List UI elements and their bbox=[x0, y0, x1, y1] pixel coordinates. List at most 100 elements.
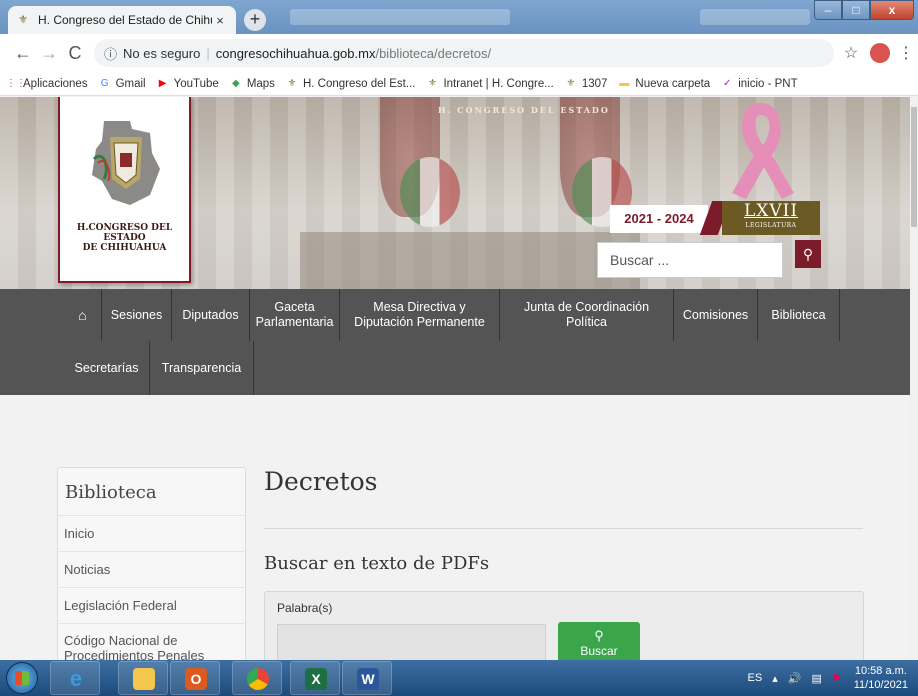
bookmark-label: Gmail bbox=[115, 77, 146, 90]
congreso-seal-icon: ⚜ bbox=[287, 77, 297, 89]
internet-explorer-icon: e bbox=[69, 666, 83, 691]
windows-logo-icon bbox=[15, 671, 29, 685]
sidebar: Biblioteca Inicio Noticias Legislación F… bbox=[57, 467, 246, 660]
nav-item[interactable]: Sesiones bbox=[102, 289, 172, 341]
nav-item[interactable]: Comisiones bbox=[674, 289, 758, 341]
legislature-label: LEGISLATURA bbox=[745, 222, 797, 229]
network-icon[interactable]: ▤ bbox=[811, 672, 821, 685]
reload-icon[interactable]: C bbox=[62, 43, 88, 64]
minimize-button[interactable]: – bbox=[814, 0, 842, 20]
language-indicator[interactable]: ES bbox=[748, 672, 763, 684]
taskbar-explorer[interactable] bbox=[118, 661, 168, 695]
taskbar-excel[interactable]: X bbox=[290, 661, 340, 695]
taskbar-ie[interactable]: e bbox=[50, 661, 100, 695]
url-path: /biblioteca/decretos/ bbox=[375, 45, 492, 61]
profile-avatar[interactable] bbox=[870, 43, 890, 63]
close-window-button[interactable]: x bbox=[870, 0, 914, 20]
system-tray: ES ▴ 🔊 ▤ ⚑ 10:58 a.m. 11/10/2021 bbox=[738, 660, 908, 696]
bookmark-item[interactable]: ◆ Maps bbox=[230, 78, 275, 90]
bookmark-item[interactable]: ⋮⋮ Aplicaciones bbox=[6, 78, 88, 90]
info-icon[interactable]: ⓘ bbox=[104, 44, 117, 63]
congreso-seal-icon: ⚜ bbox=[18, 14, 28, 26]
nav-item[interactable]: Biblioteca bbox=[758, 289, 840, 341]
bookmark-item[interactable]: ✓ inicio - PNT bbox=[721, 77, 798, 90]
apps-grid-icon: ⋮⋮ bbox=[6, 77, 26, 89]
bookmark-item[interactable]: ▶ YouTube bbox=[157, 78, 219, 90]
search-icon: ⚲ bbox=[594, 628, 604, 643]
folder-icon bbox=[133, 668, 155, 690]
sidebar-title: Biblioteca bbox=[58, 468, 245, 516]
nav-item[interactable]: Secretarías bbox=[64, 341, 150, 395]
keyword-input[interactable] bbox=[277, 624, 546, 660]
tab-close-icon[interactable]: × bbox=[212, 13, 228, 28]
nav-row-2: Secretarías Transparencia bbox=[64, 341, 254, 395]
folder-icon: ▬ bbox=[619, 77, 630, 89]
nav-item[interactable]: Gaceta Parlamentaria bbox=[250, 289, 340, 341]
sidebar-item-codigo-nacional[interactable]: Código Nacional de Procedimientos Penale… bbox=[59, 624, 244, 660]
term-years: 2021 - 2024 bbox=[610, 205, 708, 233]
url-field[interactable]: ⓘ No es seguro | congresochihuahua.gob.m… bbox=[94, 39, 834, 67]
new-tab-button[interactable]: + bbox=[244, 9, 266, 31]
url-separator: | bbox=[206, 45, 210, 61]
tab-title: H. Congreso del Estado de Chihu bbox=[38, 13, 212, 27]
sidebar-item-noticias[interactable]: Noticias bbox=[59, 552, 244, 588]
back-arrow-icon[interactable]: ← bbox=[10, 43, 36, 64]
youtube-icon: ▶ bbox=[158, 77, 167, 89]
state-map-emblem-icon bbox=[92, 121, 160, 205]
banner-caption: H. CONGRESO DEL ESTADO bbox=[438, 105, 610, 115]
nav-item[interactable]: Mesa Directiva y Diputación Permanente bbox=[340, 289, 500, 341]
section-title: Buscar en texto de PDFs bbox=[264, 553, 490, 574]
nav-row-1: ⌂ Sesiones Diputados Gaceta Parlamentaria M… bbox=[64, 289, 840, 341]
search-icon[interactable]: ⚲ bbox=[795, 240, 821, 268]
legislature-badge: LXVII LEGISLATURA bbox=[722, 201, 820, 235]
google-icon: G bbox=[100, 77, 109, 89]
site-search-input[interactable]: Buscar ... bbox=[597, 242, 783, 278]
address-bar-row: ← → C ⓘ No es seguro | congresochihuahua… bbox=[0, 34, 918, 72]
background-window-title bbox=[700, 9, 810, 25]
action-center-icon[interactable]: ⚑ bbox=[832, 672, 842, 685]
page-scrollbar[interactable] bbox=[910, 97, 918, 660]
taskbar-outlook[interactable]: O bbox=[170, 661, 220, 695]
browser-tab[interactable]: ⚜ H. Congreso del Estado de Chihu × bbox=[8, 6, 236, 34]
nav-item[interactable]: Diputados bbox=[172, 289, 250, 341]
excel-icon: X bbox=[305, 668, 327, 690]
pnt-icon: ✓ bbox=[723, 77, 732, 89]
tray-expand-icon[interactable]: ▴ bbox=[772, 672, 778, 685]
security-label: No es seguro bbox=[123, 45, 201, 61]
bookmark-item[interactable]: G Gmail bbox=[99, 78, 146, 90]
nav-item[interactable]: Junta de Coordinación Política bbox=[500, 289, 674, 341]
scrollbar-thumb[interactable] bbox=[911, 107, 917, 227]
title-divider bbox=[264, 528, 863, 529]
taskbar-word[interactable]: W bbox=[342, 661, 392, 695]
maximize-button[interactable]: □ bbox=[842, 0, 870, 20]
sidebar-item-inicio[interactable]: Inicio bbox=[59, 516, 244, 552]
bookmark-label: inicio - PNT bbox=[738, 77, 798, 90]
congreso-logo[interactable]: H.CONGRESO DEL ESTADO DE CHIHUAHUA bbox=[58, 97, 191, 283]
maps-icon: ◆ bbox=[231, 77, 240, 89]
taskbar-chrome[interactable] bbox=[232, 661, 282, 695]
bookmark-label: Intranet | H. Congre... bbox=[443, 77, 554, 90]
page-viewport: H. CONGRESO DEL ESTADO H.CONGRESO DEL ES… bbox=[0, 97, 910, 660]
bookmark-item[interactable]: ▬ Nueva carpeta bbox=[618, 78, 710, 90]
nav-item[interactable]: Transparencia bbox=[150, 341, 254, 395]
chamber-desk bbox=[300, 232, 640, 289]
background-window-title bbox=[290, 9, 510, 25]
clock[interactable]: 10:58 a.m. 11/10/2021 bbox=[854, 664, 908, 692]
start-button[interactable] bbox=[6, 662, 38, 694]
menu-dots-icon[interactable]: ⋮ bbox=[898, 43, 914, 63]
bookmark-star-icon[interactable]: ☆ bbox=[840, 43, 862, 63]
bookmark-item[interactable]: ⚜ Intranet | H. Congre... bbox=[426, 77, 554, 90]
home-icon[interactable]: ⌂ bbox=[64, 289, 102, 341]
bookmark-item[interactable]: ⚜ 1307 bbox=[565, 77, 608, 90]
buscar-button[interactable]: ⚲ Buscar bbox=[558, 622, 640, 660]
buscar-label: Buscar bbox=[580, 644, 618, 658]
window-titlebar: ⚜ H. Congreso del Estado de Chihu × + – … bbox=[0, 0, 918, 34]
window-controls: – □ x bbox=[814, 0, 914, 20]
header-banner: H. CONGRESO DEL ESTADO H.CONGRESO DEL ES… bbox=[0, 97, 910, 289]
volume-icon[interactable]: 🔊 bbox=[788, 672, 802, 685]
sidebar-item-legislacion-federal[interactable]: Legislación Federal bbox=[59, 588, 244, 624]
forward-arrow-icon[interactable]: → bbox=[36, 43, 62, 64]
bookmark-item[interactable]: ⚜ H. Congreso del Est... bbox=[286, 77, 415, 90]
bookmark-label: 1307 bbox=[581, 77, 608, 90]
bookmark-label: Aplicaciones bbox=[23, 77, 88, 90]
